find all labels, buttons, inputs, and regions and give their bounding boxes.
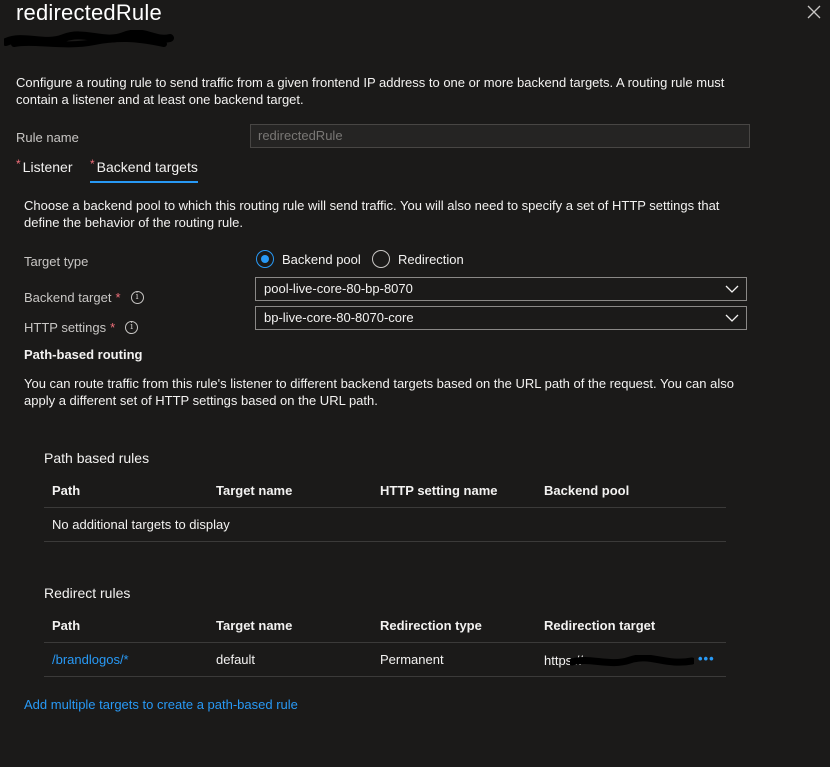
page-title: redirectedRule — [16, 0, 162, 25]
info-icon[interactable]: i — [125, 321, 139, 334]
redirect-type: Permanent — [372, 642, 536, 677]
table-row[interactable]: /brandlogos/* default Permanent https://… — [44, 642, 726, 677]
column-header[interactable]: Backend pool — [536, 473, 726, 508]
redirect-rules-title: Redirect rules — [44, 585, 131, 601]
rule-name-input[interactable]: redirectedRule — [250, 124, 750, 148]
radio-checked-icon[interactable] — [256, 250, 274, 268]
table-header-row: Path Target name HTTP setting name Backe… — [44, 473, 726, 508]
add-multiple-targets-link[interactable]: Add multiple targets to create a path-ba… — [24, 697, 298, 712]
info-icon[interactable]: i — [130, 291, 144, 304]
column-header[interactable]: Redirection type — [372, 608, 536, 643]
close-icon[interactable] — [806, 4, 822, 20]
empty-message: No additional targets to display — [44, 507, 726, 542]
redacted-subtitle-scribble — [4, 30, 174, 48]
redirect-target-name: default — [208, 642, 372, 677]
radio-backend-pool-label: Backend pool — [282, 251, 361, 267]
backend-description: Choose a backend pool to which this rout… — [24, 198, 720, 230]
column-header[interactable]: Path — [44, 473, 208, 508]
redirect-path-link[interactable]: /brandlogos/* — [52, 652, 129, 667]
table-row: No additional targets to display — [44, 507, 726, 542]
redirect-rules-table: Path Target name Redirection type Redire… — [44, 608, 726, 677]
http-settings-label: HTTP settings * i — [24, 320, 139, 335]
http-settings-dropdown[interactable]: bp-live-core-80-8070-core — [255, 306, 747, 330]
column-header[interactable]: Target name — [208, 473, 372, 508]
path-routing-heading: Path-based routing — [24, 347, 143, 362]
path-rules-title: Path based rules — [44, 450, 150, 466]
column-header[interactable]: Redirection target — [536, 608, 726, 643]
redacted-url-scribble — [570, 654, 694, 666]
radio-redirection[interactable]: Redirection — [372, 250, 464, 268]
tab-backend-targets[interactable]: * Backend targets — [90, 157, 198, 183]
intro-description: Configure a routing rule to send traffic… — [16, 75, 725, 107]
target-type-label: Target type — [24, 254, 89, 269]
required-marker: * — [110, 320, 116, 335]
backend-target-label: Backend target * i — [24, 290, 144, 305]
tab-backend-targets-label: Backend targets — [96, 159, 198, 175]
path-routing-description: You can route traffic from this rule's l… — [24, 376, 734, 408]
chevron-down-icon — [725, 285, 739, 293]
radio-redirection-label: Redirection — [398, 251, 464, 267]
radio-unchecked-icon[interactable] — [372, 250, 390, 268]
backend-target-label-text: Backend target — [24, 290, 112, 305]
required-marker: * — [115, 290, 121, 305]
required-marker: * — [16, 157, 21, 171]
column-header[interactable]: Target name — [208, 608, 372, 643]
required-marker: * — [90, 157, 95, 171]
table-header-row: Path Target name Redirection type Redire… — [44, 608, 726, 643]
backend-target-dropdown[interactable]: pool-live-core-80-bp-8070 — [255, 277, 747, 301]
rule-name-label: Rule name — [16, 130, 79, 145]
tab-listener[interactable]: * Listener — [16, 157, 73, 175]
backend-target-value: pool-live-core-80-bp-8070 — [264, 281, 413, 296]
path-rules-table: Path Target name HTTP setting name Backe… — [44, 473, 726, 542]
radio-backend-pool[interactable]: Backend pool — [256, 250, 361, 268]
http-settings-value: bp-live-core-80-8070-core — [264, 310, 414, 325]
chevron-down-icon — [725, 314, 739, 322]
http-settings-label-text: HTTP settings — [24, 320, 107, 335]
column-header[interactable]: HTTP setting name — [372, 473, 536, 508]
redirect-target-cell: https:// ••• — [536, 642, 726, 677]
column-header[interactable]: Path — [44, 608, 208, 643]
tab-listener-label: Listener — [22, 159, 73, 175]
more-options-icon[interactable]: ••• — [698, 651, 715, 666]
